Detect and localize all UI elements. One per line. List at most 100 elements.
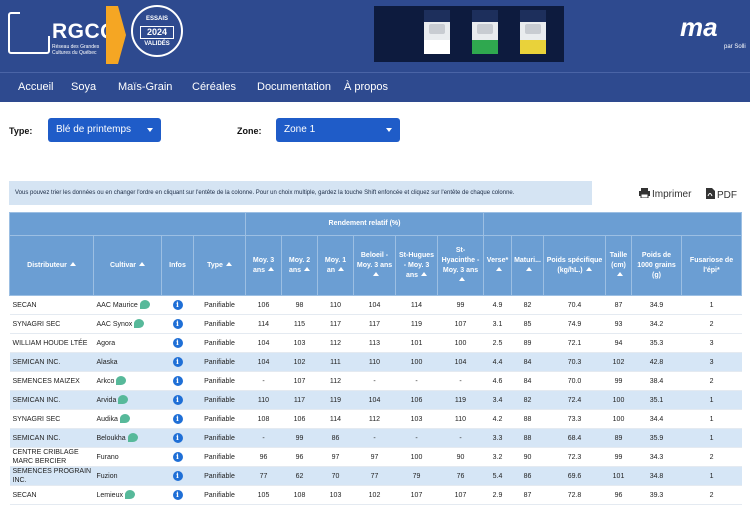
cell-value: 88: [511, 409, 544, 429]
cell-value: 4.9: [483, 295, 512, 315]
column-header-15[interactable]: Fusariose de l'épi*: [680, 235, 743, 296]
info-icon[interactable]: i: [172, 357, 183, 367]
column-header-6[interactable]: Moy. 1 an: [317, 235, 354, 296]
cell-value: 77: [245, 466, 282, 486]
column-header-label: Infos: [169, 261, 186, 269]
cell-distributeur[interactable]: SECAN: [9, 485, 94, 505]
table-row[interactable]: SEMENCES PROGRAIN INC. Fuzion i Panifiable 7…: [9, 466, 742, 486]
cell-value: 94: [605, 333, 632, 353]
column-header-0[interactable]: Distributeur: [9, 235, 94, 296]
table-row[interactable]: SECAN Lemieux i Panifiable 105 108 103 102 107 10…: [9, 485, 742, 505]
info-icon[interactable]: i: [172, 338, 183, 348]
info-icon[interactable]: i: [172, 395, 183, 405]
cell-type: Panifiable: [193, 466, 246, 486]
cell-distributeur[interactable]: SEMENCES MAIZEX: [9, 371, 94, 391]
info-icon[interactable]: i: [172, 300, 183, 310]
cell-value: 97: [353, 447, 396, 467]
type-select[interactable]: Blé de printemps: [48, 118, 161, 142]
column-header-5[interactable]: Moy. 2 ans: [281, 235, 318, 296]
table-row[interactable]: SEMICAN INC. Arvida i Panifiable 110 117 119 10…: [9, 390, 742, 410]
cultivar-name: Furano: [96, 453, 119, 461]
cell-value: 107: [437, 314, 484, 334]
column-header-9[interactable]: St-Hyacinthe - Moy. 3 ans: [437, 235, 484, 296]
info-icon[interactable]: i: [172, 490, 183, 500]
cell-value: 2.9: [483, 485, 512, 505]
cell-value: 98: [281, 295, 318, 315]
column-header-3[interactable]: Type: [193, 235, 246, 296]
cell-value: 85: [511, 314, 544, 334]
column-header-label: Poids spécifique (kg/hL.): [546, 256, 603, 274]
cell-distributeur[interactable]: SEMICAN INC.: [9, 428, 94, 448]
table-row[interactable]: SEMENCES MAIZEX Arkco i Panifiable -107 112- -…: [9, 371, 742, 391]
info-icon[interactable]: i: [172, 414, 183, 424]
cell-distributeur[interactable]: SEMICAN INC.: [9, 390, 94, 410]
table-row[interactable]: CENTRE CRIBLAGE MARC BERCIER Furano i Panif…: [9, 447, 742, 467]
info-icon[interactable]: i: [172, 452, 183, 462]
cell-value: 107: [281, 371, 318, 391]
cell-distributeur: SYNAGRI SEC: [9, 314, 94, 334]
table-row[interactable]: SYNAGRI SEC Audika i Panifiable 108 106 114 112…: [9, 409, 742, 429]
validated-trials-badge: ESSAIS 2024 VALIDÉS: [131, 5, 183, 57]
info-icon[interactable]: i: [172, 471, 183, 481]
column-header-13[interactable]: Taille (cm): [605, 235, 632, 296]
column-header-1[interactable]: Cultivar: [93, 235, 162, 296]
info-icon[interactable]: i: [172, 433, 183, 443]
cell-value: 88: [511, 428, 544, 448]
print-button[interactable]: Imprimer: [639, 188, 691, 200]
site-header: RGCQ Réseau des Grandes Cultures du Québ…: [0, 0, 750, 72]
cell-value: 119: [395, 314, 438, 334]
column-header-4[interactable]: Moy. 3 ans: [245, 235, 282, 296]
column-header-11[interactable]: Maturi...: [511, 235, 544, 296]
zone-select-value: Zone 1: [284, 124, 316, 135]
cell-distributeur[interactable]: SEMICAN INC.: [9, 352, 94, 372]
column-header-8[interactable]: St-Hugues - Moy. 3 ans: [395, 235, 438, 296]
column-header-14[interactable]: Poids de 1000 grains (g): [631, 235, 682, 296]
cell-distributeur[interactable]: SECAN: [9, 295, 94, 315]
nav-item-soya[interactable]: Soya: [71, 81, 96, 93]
sort-arrow-icon: [338, 266, 345, 271]
cell-infos: i: [161, 371, 194, 391]
cell-value: 96: [605, 485, 632, 505]
column-header-2[interactable]: Infos: [161, 235, 194, 296]
rgcq-logo[interactable]: RGCQ Réseau des Grandes Cultures du Québ…: [8, 6, 117, 64]
nav-item-cereales[interactable]: Céréales: [192, 81, 236, 93]
cell-value: -: [437, 371, 484, 391]
nav-item-accueil[interactable]: Accueil: [18, 81, 53, 93]
nav-item-mais-grain[interactable]: Maïs-Grain: [118, 81, 172, 93]
table-row[interactable]: SYNAGRI SEC AAC Synox i Panifiable 114 115 117…: [9, 314, 742, 334]
table-row[interactable]: SECAN AAC Maurice i Panifiable 106 98 110 104 11…: [9, 295, 742, 315]
cell-value: 100: [395, 447, 438, 467]
column-header-label: Distributeur: [27, 261, 67, 269]
cell-value: 42.8: [631, 352, 682, 372]
cell-value: 3.4: [483, 390, 512, 410]
nav-item-a-propos[interactable]: À propos: [344, 81, 388, 93]
cell-value: 90: [437, 447, 484, 467]
cell-value: 70: [317, 466, 354, 486]
logo-mark-icon: [8, 12, 52, 54]
cell-value: 35.1: [631, 390, 682, 410]
cell-infos: i: [161, 352, 194, 372]
nav-item-documentation[interactable]: Documentation: [257, 81, 331, 93]
zone-select[interactable]: Zone 1: [276, 118, 400, 142]
info-icon[interactable]: i: [172, 376, 183, 386]
cell-value: -: [395, 428, 438, 448]
cell-type: Panifiable: [193, 295, 246, 315]
column-header-7[interactable]: Beloeil - Moy. 3 ans: [353, 235, 396, 296]
cell-value: 3: [681, 352, 742, 372]
info-icon[interactable]: i: [172, 319, 183, 329]
table-row[interactable]: SEMICAN INC. Beloukha i Panifiable -99 86- - -3…: [9, 428, 742, 448]
cell-value: 3: [681, 333, 742, 353]
table-row[interactable]: SEMICAN INC. Alaska i Panifiable 104 102 111 11…: [9, 352, 742, 372]
cell-value: 2: [681, 485, 742, 505]
column-header-10[interactable]: Verse*: [483, 235, 512, 296]
table-row[interactable]: WILLIAM HOUDE LTÉE Agora i Panifiable 104 103…: [9, 333, 742, 353]
advertisement-banner[interactable]: [374, 6, 564, 62]
cell-type: Panifiable: [193, 485, 246, 505]
cell-value: 101: [605, 466, 632, 486]
cell-value: 110: [317, 295, 354, 315]
cultivar-name: Lemieux: [96, 492, 123, 499]
pdf-button[interactable]: PDF: [705, 188, 737, 201]
column-header-12[interactable]: Poids spécifique (kg/hL.): [543, 235, 606, 296]
sponsor-logo[interactable]: ma: [680, 12, 718, 43]
cultivar-name: Alaska: [96, 358, 118, 366]
